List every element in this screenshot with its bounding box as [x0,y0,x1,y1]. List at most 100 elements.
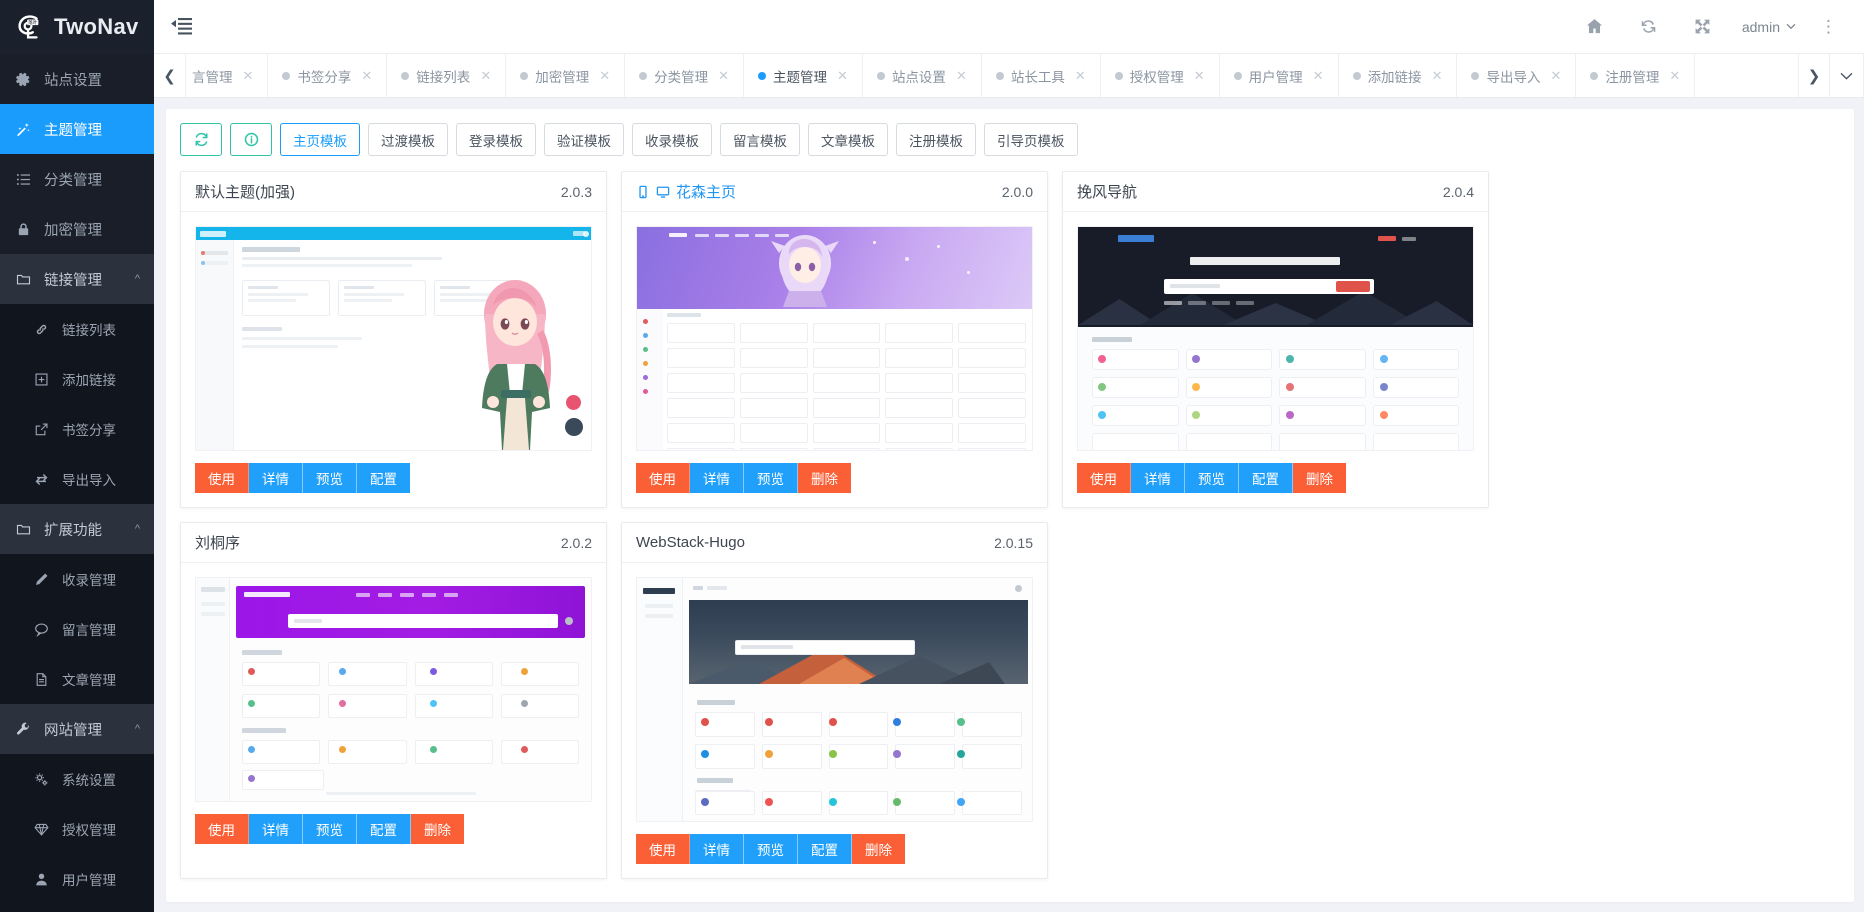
sidebar-item-theme-management[interactable]: 主题管理 [0,104,154,154]
user-menu[interactable]: admin [1730,19,1808,35]
template-tab-transition[interactable]: 过渡模板 [368,123,448,156]
sidebar-item-link-list[interactable]: 链接列表 [0,304,154,354]
configure-button[interactable]: 配置 [1239,463,1293,493]
use-button[interactable]: 使用 [1077,463,1131,493]
template-tab-label: 注册模板 [909,133,963,149]
sidebar-item-collection-management[interactable]: 收录管理 [0,554,154,604]
tab-scroll-right[interactable]: ❯ [1798,54,1830,97]
default-theme-preview[interactable] [195,226,592,451]
close-icon[interactable]: ✕ [1075,68,1086,84]
details-button[interactable]: 详情 [1131,463,1185,493]
details-button[interactable]: 详情 [249,814,303,844]
template-tab-article[interactable]: 文章模板 [808,123,888,156]
delete-button[interactable]: 删除 [798,463,851,493]
sidebar-item-user-management[interactable]: 用户管理 [0,854,154,904]
close-icon[interactable]: ✕ [956,68,967,84]
tab-yan-guanli[interactable]: 言管理 ✕ [186,54,269,97]
tab-dropdown[interactable] [1830,54,1864,97]
sidebar-group-extensions[interactable]: 扩展功能 ^ [0,504,154,554]
brand-logo[interactable]: 落叶 TwoNav [0,0,154,54]
liutongxu-theme-preview[interactable] [195,577,592,802]
action-label: 使用 [208,472,235,487]
use-button[interactable]: 使用 [195,463,249,493]
close-icon[interactable]: ✕ [1669,68,1680,84]
preview-button[interactable]: 预览 [744,834,798,864]
template-tab-verification[interactable]: 验证模板 [544,123,624,156]
use-button[interactable]: 使用 [195,814,249,844]
sidebar-item-message-management[interactable]: 留言管理 [0,604,154,654]
tab-add-link[interactable]: 添加链接 ✕ [1339,54,1458,97]
vertical-dots-icon[interactable]: ⋮ [1808,17,1850,37]
use-button[interactable]: 使用 [636,463,690,493]
sidebar-item-article-management[interactable]: 文章管理 [0,654,154,704]
template-tab-login[interactable]: 登录模板 [456,123,536,156]
refresh-button[interactable] [180,123,222,156]
sidebar-item-authorization-management[interactable]: 授权管理 [0,804,154,854]
tab-encryption-management[interactable]: 加密管理 ✕ [506,54,626,97]
details-button[interactable]: 详情 [690,463,744,493]
huasen-theme-preview[interactable] [636,226,1033,451]
use-button[interactable]: 使用 [636,834,690,864]
tab-site-settings[interactable]: 站点设置 ✕ [863,54,982,97]
refresh-icon[interactable] [1622,0,1676,54]
close-icon[interactable]: ✕ [837,68,848,84]
delete-button[interactable]: 删除 [411,814,464,844]
close-icon[interactable]: ✕ [243,68,254,84]
sidebar-item-category-management[interactable]: 分类管理 [0,154,154,204]
close-icon[interactable]: ✕ [1550,68,1561,84]
close-icon[interactable]: ✕ [1313,68,1324,84]
tab-label: 书签分享 [297,69,352,85]
sidebar-group-website-management[interactable]: 网站管理 ^ [0,704,154,754]
info-button[interactable] [230,123,272,156]
delete-button[interactable]: 删除 [852,834,905,864]
close-icon[interactable]: ✕ [480,68,491,84]
sidebar-item-user-groups[interactable]: 用户分组 [0,904,154,912]
tab-export-import[interactable]: 导出导入 ✕ [1457,54,1577,97]
tab-status-dot [1233,71,1242,80]
sidebar-item-bookmark-share[interactable]: 书签分享 [0,404,154,454]
preview-button[interactable]: 预览 [1185,463,1239,493]
tab-authorization-management[interactable]: 授权管理 ✕ [1101,54,1220,97]
close-icon[interactable]: ✕ [718,68,729,84]
sidebar-item-add-link[interactable]: 添加链接 [0,354,154,404]
preview-button[interactable]: 预览 [303,463,357,493]
template-tab-collection[interactable]: 收录模板 [632,123,712,156]
user-name: admin [1741,18,1780,35]
tab-user-management[interactable]: 用户管理 ✕ [1220,54,1339,97]
sidebar-group-link-management[interactable]: 链接管理 ^ [0,254,154,304]
template-tab-homepage[interactable]: 主页模板 [280,123,360,156]
webstack-hugo-theme-preview[interactable] [636,577,1033,822]
template-tab-registration[interactable]: 注册模板 [896,123,976,156]
sidebar-item-export-import[interactable]: 导出导入 [0,454,154,504]
tab-link-list[interactable]: 链接列表 ✕ [387,54,507,97]
template-tab-guide[interactable]: 引导页模板 [984,123,1078,156]
close-icon[interactable]: ✕ [1194,68,1205,84]
template-tab-message[interactable]: 留言模板 [720,123,800,156]
close-icon[interactable]: ✕ [1432,68,1443,84]
tab-theme-management[interactable]: 主题管理 ✕ [744,54,863,97]
sidebar-item-site-settings[interactable]: 站点设置 [0,54,154,104]
configure-button[interactable]: 配置 [798,834,852,864]
tab-scroll-left[interactable]: ❮ [154,54,186,97]
tab-bookmark-share[interactable]: 书签分享 ✕ [268,54,388,97]
configure-button[interactable]: 配置 [357,463,410,493]
preview-button[interactable]: 预览 [303,814,357,844]
delete-button[interactable]: 删除 [1293,463,1346,493]
details-button[interactable]: 详情 [690,834,744,864]
close-icon[interactable]: ✕ [599,68,610,84]
close-icon[interactable]: ✕ [361,68,372,84]
fullscreen-icon[interactable] [1676,0,1730,54]
tab-category-management[interactable]: 分类管理 ✕ [625,54,745,97]
theme-card-actions: 使用 详情 预览 配置 删除 [181,814,606,858]
configure-button[interactable]: 配置 [357,814,411,844]
sidebar-item-encryption-management[interactable]: 加密管理 [0,204,154,254]
tab-registration-management[interactable]: 注册管理 ✕ [1576,54,1696,97]
wanfeng-theme-preview[interactable] [1077,226,1474,451]
hamburger-icon[interactable] [154,0,208,54]
sidebar-item-system-settings[interactable]: 系统设置 [0,754,154,804]
details-button[interactable]: 详情 [249,463,303,493]
tab-webmaster-tools[interactable]: 站长工具 ✕ [982,54,1101,97]
home-icon[interactable] [1568,0,1622,54]
preview-button[interactable]: 预览 [744,463,798,493]
action-label: 配置 [1252,472,1279,487]
